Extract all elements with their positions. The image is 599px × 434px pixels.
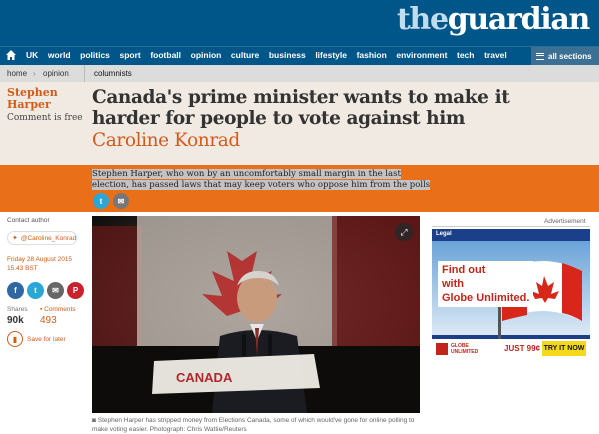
comment-is-free-label[interactable]: Comment is free xyxy=(7,113,83,123)
nav-item-sport[interactable]: sport xyxy=(120,50,141,60)
nav-item-world[interactable]: world xyxy=(48,50,71,60)
expand-icon[interactable]: ⤢ xyxy=(395,223,413,241)
guardian-logo[interactable]: theguardian xyxy=(397,2,590,37)
bookmark-icon: ▮ xyxy=(7,331,23,347)
photo-caption: ◙ Stephen Harper has stripped money from… xyxy=(92,417,432,434)
camera-icon: ◙ xyxy=(92,417,96,424)
headline: Canada's prime minister wants to make it… xyxy=(92,87,510,129)
article-header: Stephen Harper Comment is free Canada's … xyxy=(0,82,599,165)
standfirst: Stephen Harper, who won by an uncomforta… xyxy=(92,169,432,191)
email-icon[interactable]: ✉ xyxy=(47,282,64,299)
share-email-icon[interactable]: ✉ xyxy=(113,193,129,209)
ad-line2: with xyxy=(442,277,530,291)
twitter-icon: ✦ xyxy=(12,235,18,242)
byline[interactable]: Caroline Konrad xyxy=(92,130,240,151)
nav-item-environment[interactable]: environment xyxy=(396,50,447,60)
ad-line1: Find out xyxy=(442,263,530,277)
nav-item-fashion[interactable]: fashion xyxy=(357,50,387,60)
nav-item-culture[interactable]: culture xyxy=(231,50,259,60)
article-photo: CANADA xyxy=(92,216,420,413)
masthead: theguardian xyxy=(0,0,599,46)
podium-sign-text: CANADA xyxy=(176,370,233,385)
save-for-later-label: Save for later xyxy=(27,335,66,343)
nav-item-football[interactable]: football xyxy=(150,50,181,60)
nav-item-travel[interactable]: travel xyxy=(484,50,507,60)
ad-logo-line2: UNLIMITED xyxy=(451,349,479,355)
advertisement-banner[interactable]: Legal Find out with Globe Unlimited. GLO… xyxy=(432,229,590,360)
comments-count[interactable]: 493 xyxy=(40,315,57,326)
standfirst-band: Stephen Harper, who won by an uncomforta… xyxy=(0,165,599,212)
breadcrumb-opinion[interactable]: opinion xyxy=(43,69,69,78)
shares-label: Shares xyxy=(7,306,28,313)
standfirst-text: Stephen Harper, who won by an uncomforta… xyxy=(92,169,431,190)
hamburger-icon xyxy=(536,52,544,60)
all-sections-button[interactable]: all sections xyxy=(531,47,599,65)
twitter-handle: @Caroline_Konrad xyxy=(20,234,77,242)
nav-item-tech[interactable]: tech xyxy=(457,50,474,60)
social-share-row: f t ✉ P xyxy=(7,282,84,299)
ad-headline: Find out with Globe Unlimited. xyxy=(438,261,534,307)
facebook-icon[interactable]: f xyxy=(7,282,24,299)
publish-date: Friday 28 August 2015 xyxy=(7,256,73,263)
advertisement-rule xyxy=(432,226,590,227)
nav-item-politics[interactable]: politics xyxy=(80,50,110,60)
photo-caption-text: Stephen Harper has stripped money from E… xyxy=(92,417,415,433)
globe-logo-icon xyxy=(436,343,448,355)
ad-price: JUST 99¢ xyxy=(504,344,541,353)
nav-item-uk[interactable]: UK xyxy=(26,50,38,60)
comments-label[interactable]: ▪ Comments xyxy=(40,306,76,313)
harper-photo-illustration: CANADA xyxy=(92,216,420,413)
main-nav: UK world politics sport football opinion… xyxy=(0,46,599,65)
nav-item-lifestyle[interactable]: lifestyle xyxy=(315,50,347,60)
home-icon[interactable] xyxy=(6,50,16,60)
comments-bubble-icon: ▪ xyxy=(40,306,43,313)
shares-count: 90k xyxy=(7,315,24,326)
save-for-later-button[interactable]: ▮ Save for later xyxy=(7,331,66,347)
ad-cta-button[interactable]: TRY IT NOW xyxy=(542,341,586,356)
breadcrumb-home[interactable]: home xyxy=(7,69,27,78)
series-author-line2: Harper xyxy=(7,98,51,111)
breadcrumb-divider xyxy=(84,65,85,82)
ad-legal-label: Legal xyxy=(436,231,452,237)
pinterest-icon[interactable]: P xyxy=(67,282,84,299)
ad-line3: Globe Unlimited. xyxy=(442,291,530,305)
breadcrumb: home › opinion columnists xyxy=(0,65,599,82)
contact-author-label: Contact author xyxy=(7,217,50,224)
all-sections-label: all sections xyxy=(548,51,592,61)
breadcrumb-separator: › xyxy=(33,69,36,78)
nav-item-business[interactable]: business xyxy=(269,50,306,60)
breadcrumb-columnists[interactable]: columnists xyxy=(94,69,132,78)
ad-logo-text: GLOBE UNLIMITED xyxy=(451,343,478,355)
share-twitter-icon[interactable]: t xyxy=(93,193,109,209)
dateline: Friday 28 August 2015 15.43 BST xyxy=(7,255,72,273)
series-author-link[interactable]: Stephen Harper xyxy=(7,87,58,111)
twitter-icon[interactable]: t xyxy=(27,282,44,299)
publish-time: 15.43 BST xyxy=(7,265,38,272)
nav-item-opinion[interactable]: opinion xyxy=(191,50,222,60)
nav-items: UK world politics sport football opinion… xyxy=(26,50,516,60)
advertisement-label: Advertisement xyxy=(544,218,586,225)
author-twitter-button[interactable]: ✦ @Caroline_Konrad xyxy=(7,231,77,245)
comments-label-text: Comments xyxy=(44,306,76,313)
